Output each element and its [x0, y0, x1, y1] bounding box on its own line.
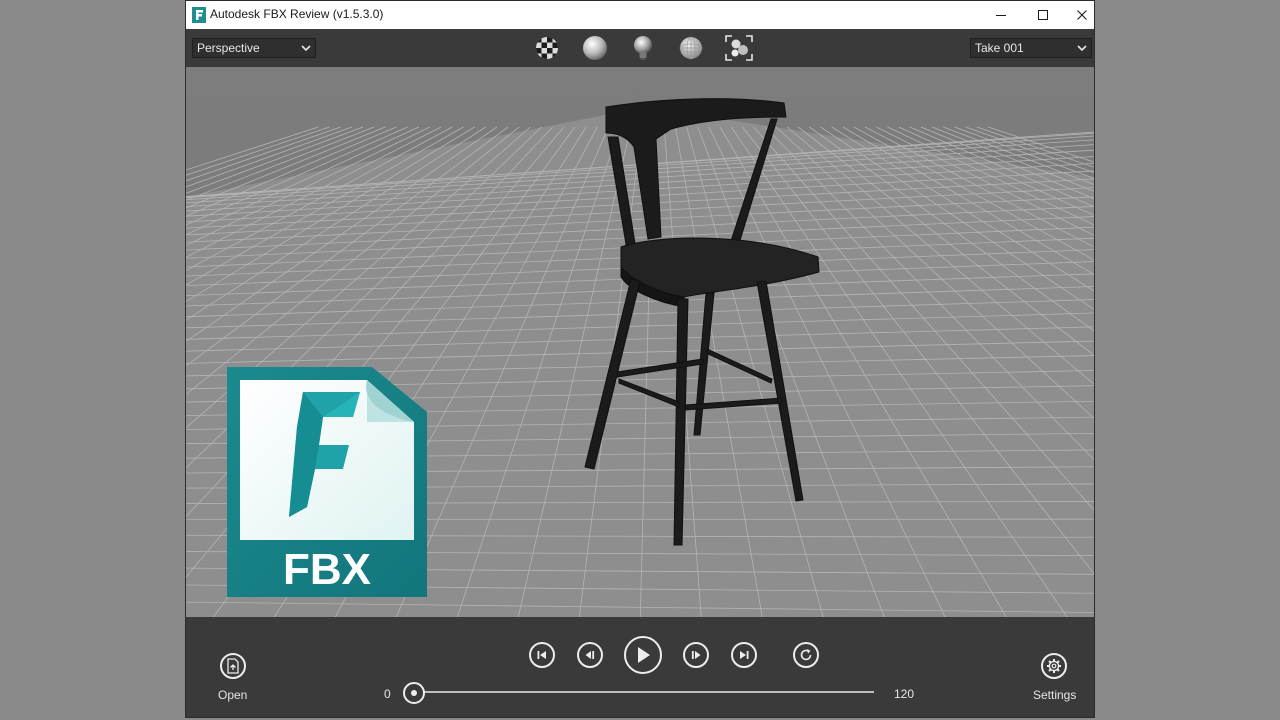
chevron-down-icon — [1077, 45, 1087, 52]
step-forward-button[interactable] — [683, 642, 709, 668]
take-select-value: Take 001 — [975, 41, 1024, 55]
settings-label: Settings — [1033, 688, 1077, 702]
skip-to-end-button[interactable] — [731, 642, 757, 668]
play-button[interactable] — [624, 636, 662, 674]
chevron-down-icon — [301, 45, 311, 52]
minimize-icon — [996, 15, 1006, 16]
gear-icon — [1047, 659, 1061, 673]
maximize-icon — [1038, 10, 1048, 20]
minimize-button[interactable] — [980, 1, 1022, 29]
checker-sphere-icon[interactable] — [532, 34, 562, 62]
close-icon — [1077, 10, 1087, 20]
maximize-button[interactable] — [1022, 1, 1064, 29]
skip-to-start-button[interactable] — [529, 642, 555, 668]
fbx-file-logo: FBX — [227, 367, 427, 597]
close-button[interactable] — [1061, 1, 1094, 29]
fbx-logo-text: FBX — [283, 545, 371, 594]
end-frame: 120 — [894, 687, 915, 701]
step-forward-icon — [691, 651, 701, 659]
window-title: Autodesk FBX Review (v1.5.3.0) — [210, 7, 384, 21]
loop-button[interactable] — [793, 642, 819, 668]
skip-to-end-icon — [740, 651, 749, 659]
playback-panel: Open 0 120 Settings — [186, 617, 1094, 717]
settings-button[interactable] — [1041, 653, 1067, 679]
camera-select-value: Perspective — [197, 41, 260, 55]
toolbar: Perspective Take 001 — [186, 29, 1094, 67]
open-file-icon — [227, 658, 239, 674]
frame-all-icon[interactable] — [724, 34, 754, 62]
shaded-sphere-icon[interactable] — [580, 34, 610, 62]
step-back-button[interactable] — [577, 642, 603, 668]
skip-to-start-icon — [537, 651, 546, 659]
start-frame: 0 — [384, 687, 391, 701]
play-icon — [638, 647, 650, 663]
timeline-handle[interactable] — [403, 682, 425, 704]
loop-icon — [800, 649, 812, 661]
wireframe-sphere-icon[interactable] — [676, 34, 706, 62]
app-window: Autodesk FBX Review (v1.5.3.0) Perspecti… — [185, 0, 1095, 718]
open-button[interactable] — [220, 653, 246, 679]
fbx-app-icon — [192, 7, 206, 23]
take-select[interactable]: Take 001 — [970, 38, 1092, 58]
timeline-slider[interactable] — [414, 691, 874, 693]
step-back-icon — [585, 651, 595, 659]
camera-select[interactable]: Perspective — [192, 38, 316, 58]
light-bulb-icon[interactable] — [628, 34, 658, 62]
title-bar: Autodesk FBX Review (v1.5.3.0) — [186, 1, 1094, 29]
open-label: Open — [218, 688, 248, 702]
